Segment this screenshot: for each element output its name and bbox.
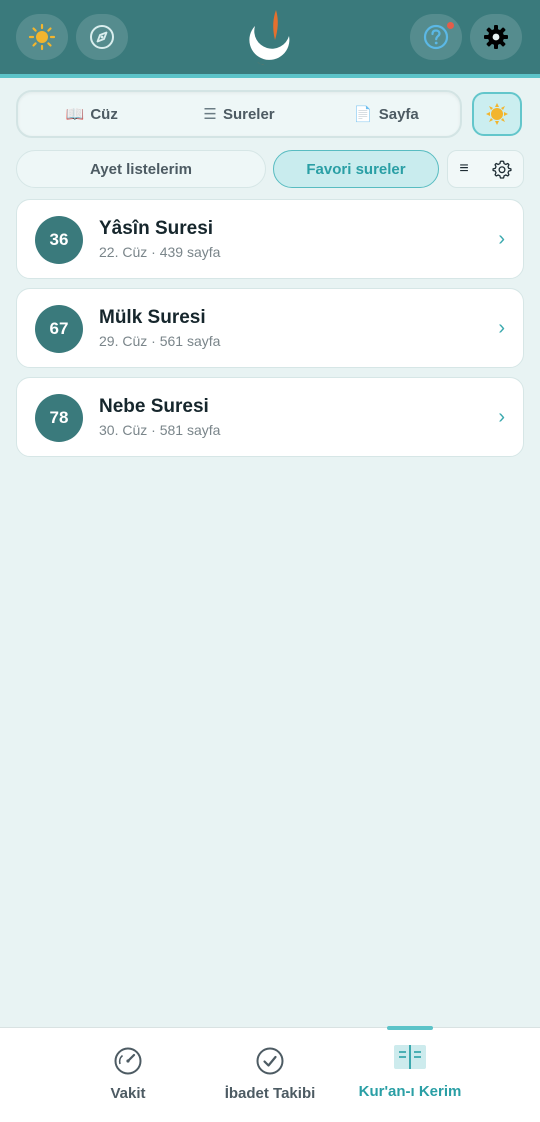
- surah-card[interactable]: 36 Yâsîn Suresi 22. Cüz · 439 sayfa ›: [16, 199, 524, 279]
- book-icon: 📖: [65, 106, 85, 123]
- gear-icon: [484, 25, 508, 49]
- list-icon: ☰: [203, 106, 217, 123]
- app-header: [0, 0, 540, 78]
- help-button[interactable]: [410, 14, 462, 60]
- tab-sureler[interactable]: ☰ Sureler: [165, 105, 312, 123]
- surah-card[interactable]: 78 Nebe Suresi 30. Cüz · 581 sayfa ›: [16, 377, 524, 457]
- help-icon: [423, 24, 449, 50]
- surah-number-badge: 67: [35, 305, 83, 353]
- chevron-right-icon: ›: [498, 406, 505, 428]
- tab-sayfa[interactable]: 📄 Sayfa: [313, 105, 460, 123]
- surah-number-badge: 36: [35, 216, 83, 264]
- list-tools: ≡: [447, 150, 524, 188]
- surah-number-badge: 78: [35, 394, 83, 442]
- view-segment-control: 📖 Cüz ☰ Sureler 📄 Sayfa: [16, 90, 462, 138]
- nav-vakit-label: Vakit: [110, 1085, 146, 1102]
- nav-kuran-kerim[interactable]: Kur'an-ı Kerim: [345, 1026, 475, 1122]
- favorite-surahs-pill[interactable]: Favori sureler: [273, 150, 439, 188]
- surah-detail: 30. Cüz · 581 sayfa: [99, 422, 221, 438]
- nav-ibadet-takibi[interactable]: İbadet Takibi: [205, 1028, 335, 1122]
- chevron-right-icon: ›: [498, 317, 505, 339]
- page-icon: 📄: [353, 106, 373, 123]
- surah-name: Yâsîn Suresi: [99, 218, 214, 239]
- sun-icon: [28, 23, 56, 51]
- surah-detail: 22. Cüz · 439 sayfa: [99, 244, 221, 260]
- active-tab-indicator: [387, 1026, 433, 1030]
- tab-cuz-label: Cüz: [90, 106, 118, 123]
- gear-icon[interactable]: [492, 159, 512, 179]
- notification-dot: [447, 22, 454, 29]
- book-icon: [394, 1045, 426, 1069]
- ayet-lists-pill[interactable]: Ayet listelerim: [16, 150, 266, 188]
- surah-name: Nebe Suresi: [99, 396, 209, 417]
- compass-button[interactable]: [76, 14, 128, 60]
- chevron-right-icon: ›: [498, 228, 505, 250]
- nav-vakit[interactable]: Vakit: [78, 1028, 178, 1122]
- surah-detail: 29. Cüz · 561 sayfa: [99, 333, 221, 349]
- surah-card[interactable]: 67 Mülk Suresi 29. Cüz · 561 sayfa ›: [16, 288, 524, 368]
- tab-sayfa-label: Sayfa: [378, 106, 419, 123]
- theme-sun-button[interactable]: [16, 14, 68, 60]
- gauge-icon: [114, 1047, 142, 1075]
- tab-cuz[interactable]: 📖 Cüz: [18, 105, 165, 123]
- settings-button[interactable]: [470, 14, 522, 60]
- nav-ibadet-label: İbadet Takibi: [224, 1085, 316, 1102]
- tab-sureler-label: Sureler: [222, 106, 275, 123]
- compass-icon: [90, 25, 114, 49]
- check-circle-icon: [256, 1047, 284, 1075]
- crescent-logo: [247, 10, 290, 66]
- sort-list-icon[interactable]: ≡: [459, 160, 468, 178]
- surah-name: Mülk Suresi: [99, 307, 206, 328]
- reading-theme-button[interactable]: [472, 92, 522, 136]
- nav-kuran-label: Kur'an-ı Kerim: [358, 1083, 462, 1100]
- sun-icon: [486, 103, 508, 125]
- bottom-navigation: Vakit İbadet Takibi Kur'an-ı Kerim: [0, 1026, 540, 1122]
